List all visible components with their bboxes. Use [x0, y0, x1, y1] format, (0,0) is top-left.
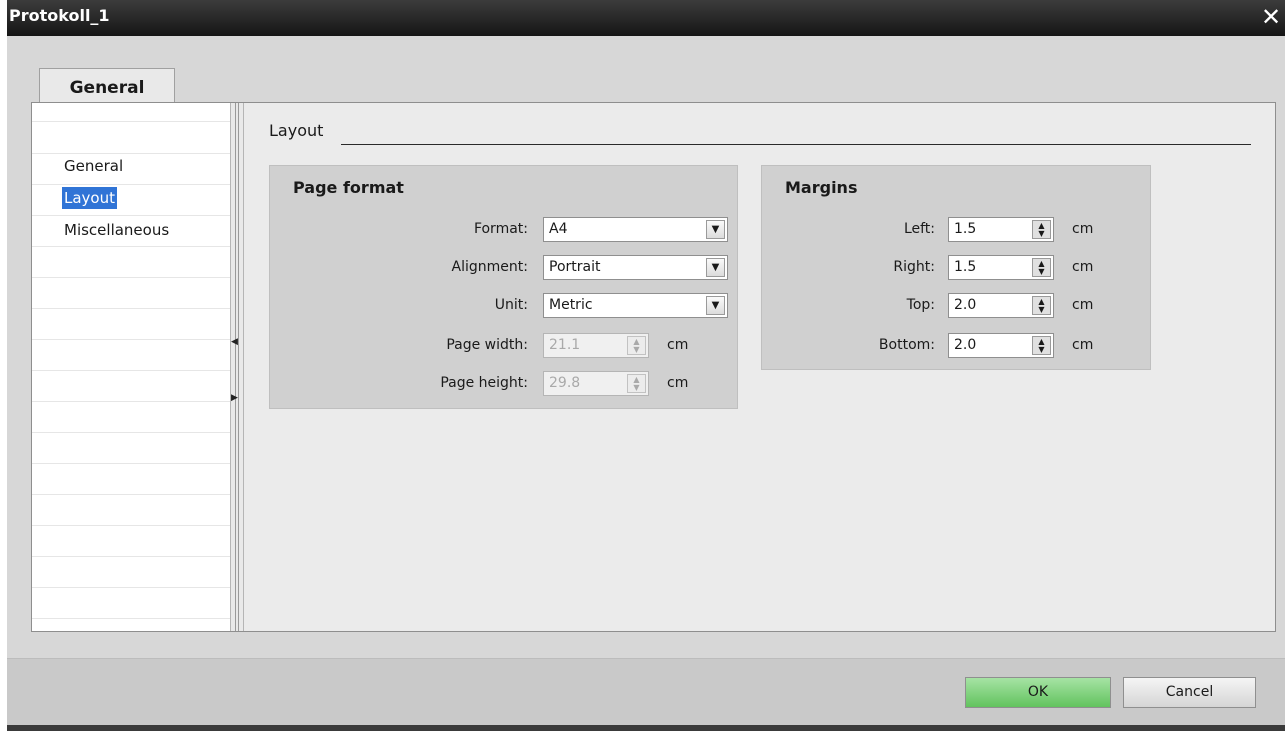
chevron-down-icon[interactable]: ▼: [706, 220, 725, 239]
alignment-row: Alignment: Portrait ▼: [270, 252, 737, 282]
nav-item-layout[interactable]: Layout: [62, 187, 117, 209]
margin-left-unit: cm: [1072, 221, 1094, 237]
page-height-row: Page height: 29.8 ▲ ▼ cm: [270, 368, 737, 398]
margins-group: Margins Left: 1.5 ▲ ▼ cm Right: 1.5 ▲ ▼ cm: [761, 165, 1151, 370]
dialog-footer: OK Cancel: [7, 658, 1285, 731]
chevron-down-icon[interactable]: ▼: [706, 258, 725, 277]
window-title: Protokoll_1: [9, 6, 110, 25]
margin-right-row: Right: 1.5 ▲ ▼ cm: [762, 252, 1150, 282]
nav-item-general[interactable]: General: [62, 155, 125, 177]
page-width-unit: cm: [667, 337, 689, 353]
margin-bottom-unit: cm: [1072, 337, 1094, 353]
margin-top-value: 2.0: [954, 297, 977, 313]
collapse-left-icon[interactable]: ◀: [231, 327, 239, 357]
margins-title: Margins: [785, 178, 858, 197]
margin-top-unit: cm: [1072, 297, 1094, 313]
page-format-title: Page format: [293, 178, 404, 197]
unit-label: Unit:: [494, 297, 528, 313]
page-format-group: Page format Format: A4 ▼ Alignment: Port…: [269, 165, 738, 409]
splitter-grip[interactable]: [235, 103, 239, 631]
content-frame: General Layout Miscellaneous ◀ ▶ Layout …: [31, 102, 1276, 632]
margin-right-field[interactable]: 1.5 ▲ ▼: [948, 255, 1054, 280]
alignment-label: Alignment:: [451, 259, 528, 275]
alignment-select[interactable]: Portrait ▼: [543, 255, 728, 280]
footer-edge: [7, 725, 1285, 731]
margin-bottom-row: Bottom: 2.0 ▲ ▼ cm: [762, 330, 1150, 360]
splitter[interactable]: ◀ ▶: [230, 103, 244, 631]
margin-left-row: Left: 1.5 ▲ ▼ cm: [762, 214, 1150, 244]
format-row: Format: A4 ▼: [270, 214, 737, 244]
unit-select[interactable]: Metric ▼: [543, 293, 728, 318]
cancel-button[interactable]: Cancel: [1123, 677, 1256, 708]
spinner-icon[interactable]: ▲ ▼: [1032, 336, 1051, 355]
spinner-icon[interactable]: ▲ ▼: [627, 374, 646, 393]
margin-right-label: Right:: [893, 259, 935, 275]
margin-top-field[interactable]: 2.0 ▲ ▼: [948, 293, 1054, 318]
spinner-icon[interactable]: ▲ ▼: [1032, 220, 1051, 239]
page-width-field[interactable]: 21.1 ▲ ▼: [543, 333, 649, 358]
margin-top-label: Top:: [906, 297, 935, 313]
navigation-list: General Layout Miscellaneous: [32, 103, 230, 631]
title-bar: Protokoll_1 ✕: [7, 0, 1285, 36]
page-height-field[interactable]: 29.8 ▲ ▼: [543, 371, 649, 396]
page-height-value: 29.8: [549, 375, 581, 391]
margin-left-value: 1.5: [954, 221, 977, 237]
expand-right-icon[interactable]: ▶: [231, 383, 239, 413]
unit-value: Metric: [549, 297, 593, 313]
format-select[interactable]: A4 ▼: [543, 217, 728, 242]
format-label: Format:: [473, 221, 528, 237]
layout-panel: Layout Page format Format: A4 ▼ Alignmen…: [245, 103, 1275, 631]
ok-button[interactable]: OK: [965, 677, 1111, 708]
page-height-unit: cm: [667, 375, 689, 391]
format-value: A4: [549, 221, 568, 237]
margin-right-unit: cm: [1072, 259, 1094, 275]
margin-left-field[interactable]: 1.5 ▲ ▼: [948, 217, 1054, 242]
margin-left-label: Left:: [903, 221, 935, 237]
margin-bottom-value: 2.0: [954, 337, 977, 353]
page-width-row: Page width: 21.1 ▲ ▼ cm: [270, 330, 737, 360]
section-title: Layout: [269, 121, 324, 140]
nav-item-miscellaneous[interactable]: Miscellaneous: [62, 219, 171, 241]
alignment-value: Portrait: [549, 259, 601, 275]
chevron-down-icon[interactable]: ▼: [706, 296, 725, 315]
dialog-body: General General Layout Miscellaneous ◀ ▶…: [7, 36, 1285, 731]
spinner-icon[interactable]: ▲ ▼: [627, 336, 646, 355]
unit-row: Unit: Metric ▼: [270, 290, 737, 320]
margin-bottom-label: Bottom:: [878, 337, 935, 353]
spinner-icon[interactable]: ▲ ▼: [1032, 296, 1051, 315]
margin-right-value: 1.5: [954, 259, 977, 275]
margin-bottom-field[interactable]: 2.0 ▲ ▼: [948, 333, 1054, 358]
page-height-label: Page height:: [440, 375, 528, 391]
margin-top-row: Top: 2.0 ▲ ▼ cm: [762, 290, 1150, 320]
page-width-value: 21.1: [549, 337, 581, 353]
page-width-label: Page width:: [446, 337, 528, 353]
section-divider: [341, 144, 1251, 145]
close-icon[interactable]: ✕: [1259, 3, 1283, 31]
spinner-icon[interactable]: ▲ ▼: [1032, 258, 1051, 277]
